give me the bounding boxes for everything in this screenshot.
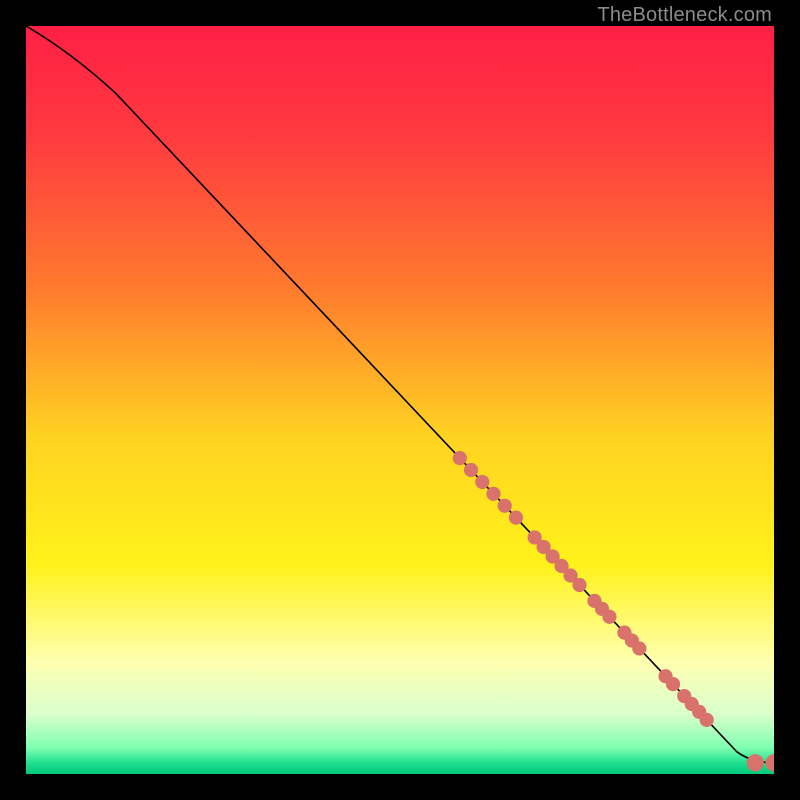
data-point: [572, 578, 586, 592]
data-point: [632, 641, 646, 655]
data-point: [486, 487, 500, 501]
data-point: [666, 677, 680, 691]
data-point: [509, 511, 523, 525]
data-point: [453, 451, 467, 465]
watermark-text: TheBottleneck.com: [597, 4, 772, 27]
data-markers: [453, 451, 774, 771]
data-point: [475, 475, 489, 489]
curve-layer: [26, 26, 774, 774]
chart-stage: TheBottleneck.com: [0, 0, 800, 800]
bottleneck-curve: [26, 26, 774, 763]
data-point: [700, 713, 714, 727]
data-point: [602, 610, 616, 624]
data-point: [765, 754, 774, 771]
data-point: [498, 499, 512, 513]
plot-area: [26, 26, 774, 774]
data-point: [747, 754, 764, 771]
data-point: [464, 463, 478, 477]
